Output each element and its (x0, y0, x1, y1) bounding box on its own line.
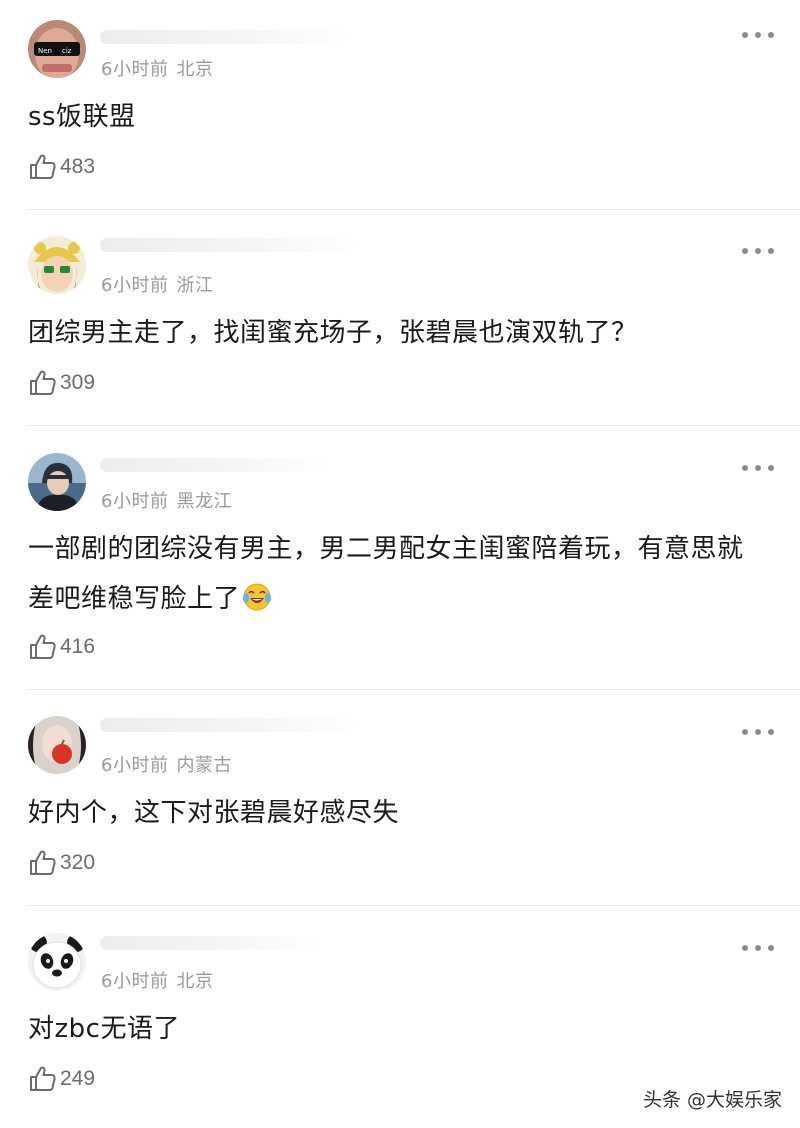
comment-meta: 6小时前 浙江 (101, 271, 213, 297)
comment-meta: 6小时前 北京 (101, 55, 213, 81)
like-count: 320 (60, 851, 96, 874)
divider (28, 689, 800, 690)
like-button[interactable]: 483 (28, 152, 95, 182)
divider (28, 905, 800, 906)
like-count: 483 (60, 155, 96, 178)
like-count: 309 (60, 371, 96, 394)
comment-meta: 6小时前 黑龙江 (101, 487, 232, 513)
comment-text: 好内个，这下对张碧晨好感尽失 (28, 798, 400, 828)
comment-location: 北京 (176, 59, 214, 80)
avatar-girl-with-apple-icon (28, 716, 86, 774)
comment-text: ss饭联盟 (28, 102, 136, 132)
comment-text: 团综男主走了，找闺蜜充场子，张碧晨也演双轨了？ (28, 318, 638, 348)
more-options-icon[interactable] (742, 29, 774, 41)
source-watermark: 头条 @大娱乐家 (642, 1089, 782, 1111)
thumbs-up-icon (30, 634, 56, 659)
comment-text-content: 一部剧的团综没有男主，男二男配女主闺蜜陪着玩，有意思就差吧维稳写脸上了 (28, 534, 744, 614)
comment-time: 6小时前 (101, 275, 169, 296)
comment-location: 浙江 (176, 275, 214, 296)
avatar[interactable] (28, 716, 86, 774)
thumbs-up-icon (30, 370, 56, 395)
avatar[interactable]: Nen ciz (28, 20, 86, 78)
comment-location: 内蒙古 (176, 755, 232, 776)
like-count: 416 (60, 635, 96, 658)
username-blurred (100, 238, 360, 252)
avatar[interactable] (28, 236, 86, 294)
more-options-icon[interactable] (742, 245, 774, 257)
comment-text: 对zbc无语了 (28, 1014, 180, 1044)
avatar[interactable] (28, 933, 86, 991)
comment-meta: 6小时前 内蒙古 (101, 751, 232, 777)
like-button[interactable]: 320 (28, 848, 95, 878)
like-button[interactable]: 249 (28, 1064, 95, 1094)
username-blurred (100, 936, 320, 950)
like-count: 249 (60, 1067, 96, 1090)
svg-text:ciz: ciz (62, 47, 72, 55)
comment-time: 6小时前 (101, 59, 169, 80)
username-blurred (100, 718, 360, 732)
comment-time: 6小时前 (101, 491, 169, 512)
avatar[interactable] (28, 453, 86, 511)
divider (28, 209, 800, 210)
comment-time: 6小时前 (101, 755, 169, 776)
divider (28, 425, 800, 426)
avatar-panda-icon (28, 933, 86, 991)
more-options-icon[interactable] (742, 942, 774, 954)
username-blurred (100, 458, 330, 472)
avatar-anime-character-icon (28, 453, 86, 511)
avatar-girl-yellow-hat-icon (28, 236, 86, 294)
thumbs-up-icon (30, 1066, 56, 1091)
comment-location: 黑龙江 (176, 491, 232, 512)
thumbs-up-icon (30, 154, 56, 179)
username-blurred (100, 30, 350, 44)
thumbs-up-icon (30, 850, 56, 875)
comment-location: 北京 (176, 971, 214, 992)
svg-text:Nen: Nen (38, 47, 52, 55)
more-options-icon[interactable] (742, 462, 774, 474)
laughing-crying-emoji-icon (243, 583, 272, 611)
like-button[interactable]: 309 (28, 368, 95, 398)
comment-time: 6小时前 (101, 971, 169, 992)
comment-meta: 6小时前 北京 (101, 967, 213, 993)
comment-text: 一部剧的团综没有男主，男二男配女主闺蜜陪着玩，有意思就差吧维稳写脸上了 (28, 524, 758, 624)
avatar-sunglasses-man-icon: Nen ciz (28, 20, 86, 78)
like-button[interactable]: 416 (28, 632, 95, 662)
more-options-icon[interactable] (742, 726, 774, 738)
